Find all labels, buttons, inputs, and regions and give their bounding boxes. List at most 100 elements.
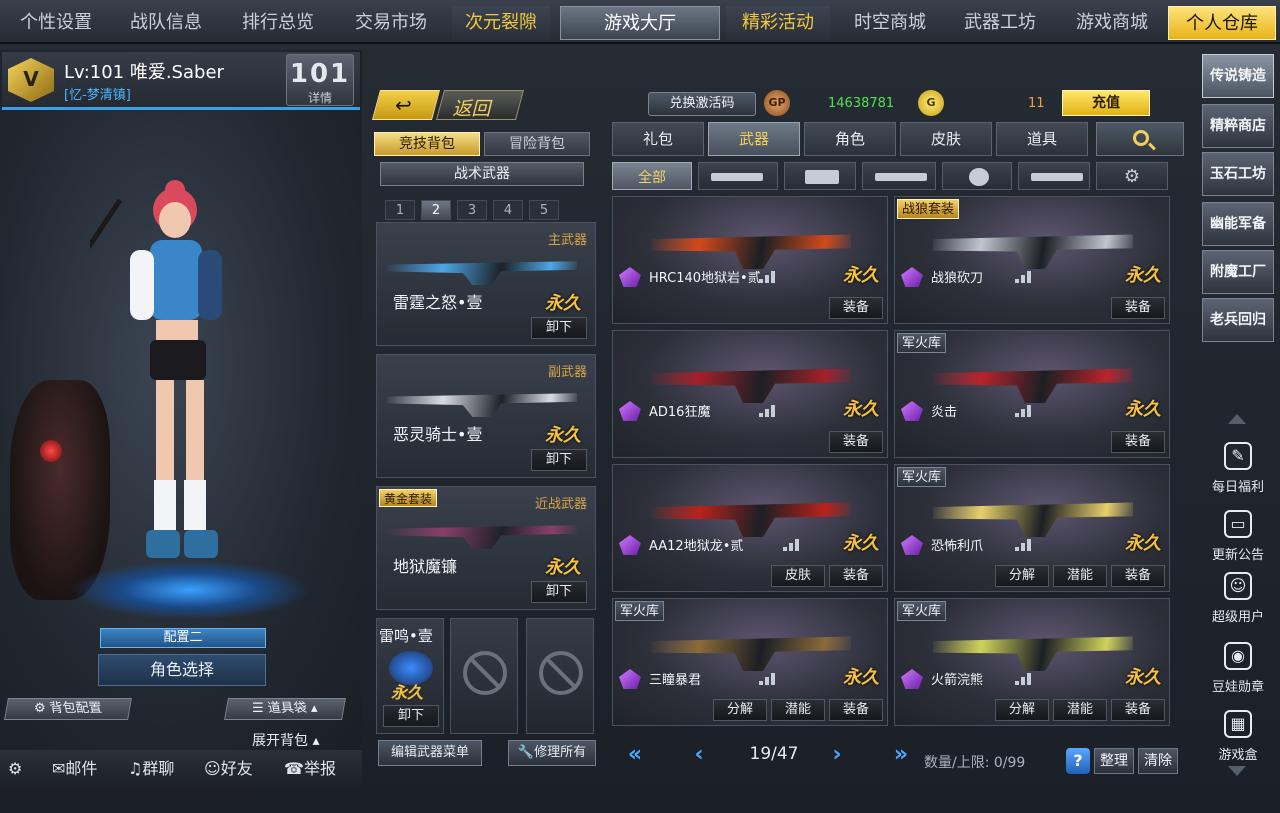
config-label[interactable]: 配置二 [100,628,266,648]
top-nav-tab[interactable]: 次元裂隙 [452,6,550,40]
weapon-slot[interactable]: 副武器 恶灵骑士•壹 永久 卸下 [376,354,596,478]
bottom-bar-gear-button[interactable]: ⚙ [8,758,22,780]
filter-tab[interactable] [1018,162,1090,190]
prev-page-icon[interactable]: ‹ [686,742,712,768]
sidebar-button[interactable]: 玉石工坊 [1202,152,1274,196]
weapon-card[interactable]: AA12地狱龙•贰 永久 皮肤 装备 [612,464,888,592]
bottom-bar-friends-button[interactable]: ☺好友 [204,758,253,780]
bag-config-button[interactable]: ⚙ 背包配置 [4,698,132,720]
loadout-page-tab[interactable]: 2 [421,200,451,220]
weapon-card[interactable]: 军火库 三瞳暴君 永久 分解 潜能 装备 [612,598,888,726]
loadout-page-tab[interactable]: 3 [457,200,487,220]
repair-all-button[interactable]: 🔧修理所有 [508,740,596,766]
weapon-card[interactable]: 军火库 恐怖利爪 永久 分解 潜能 装备 [894,464,1170,592]
equip-button[interactable]: 装备 [829,565,883,587]
sidebar-button[interactable]: 传说铸造 [1202,54,1274,98]
empty-slot[interactable] [450,618,518,734]
clear-button[interactable]: 清除 [1138,748,1178,774]
sidebar-shortcut[interactable]: ☺ 超级用户 [1202,566,1274,632]
role-select-button[interactable]: 角色选择 [98,654,266,686]
top-nav-tab[interactable]: 交易市场 [338,6,444,40]
top-nav-tab[interactable]: 排行总览 [226,6,330,40]
grenade-slot[interactable]: 雷鸣•壹 永久 卸下 [376,618,444,734]
equip-button[interactable]: 装备 [1111,565,1165,587]
grenade-unequip-button[interactable]: 卸下 [383,705,439,727]
weapon-slot[interactable]: 黄金套装 近战武器 地狱魔镰 永久 卸下 [376,486,596,610]
potential-button[interactable]: 潜能 [771,699,825,721]
potential-button[interactable]: 潜能 [1053,565,1107,587]
loadout-page-tab[interactable]: 5 [529,200,559,220]
top-nav-tab[interactable]: 个人仓库 [1168,6,1276,40]
top-nav-tab[interactable]: 游戏大厅 [560,6,720,40]
bottom-bar-mail-button[interactable]: ✉邮件 [52,758,97,780]
item-bag-button[interactable]: ☰ 道具袋 ▴ [224,698,346,720]
sidebar-button[interactable]: 精粹商店 [1202,104,1274,148]
empty-slot[interactable] [526,618,594,734]
equip-button[interactable]: 装备 [1111,699,1165,721]
expand-bag-toggle[interactable]: 展开背包 ▴ [252,730,319,750]
top-nav-tab[interactable]: 时空商城 [838,6,942,40]
bag-tab[interactable]: 竞技背包 [374,132,480,156]
help-icon[interactable]: ? [1066,748,1090,774]
bag-tab[interactable]: 冒险背包 [484,132,590,156]
filter-tab[interactable] [862,162,936,190]
category-tab[interactable]: 礼包 [612,122,704,156]
equip-button[interactable]: 装备 [1111,431,1165,453]
last-page-icon[interactable]: » [888,742,914,768]
tactical-weapon-button[interactable]: 战术武器 [380,162,584,186]
equip-button[interactable]: 装备 [1111,297,1165,319]
sidebar-shortcut[interactable]: ▦ 游戏盒 [1202,704,1274,770]
unequip-button[interactable]: 卸下 [531,317,587,339]
sidebar-shortcut[interactable]: ✎ 每日福利 [1202,436,1274,502]
filter-tab[interactable]: 全部 [612,162,692,190]
recharge-button[interactable]: 充值 [1062,90,1150,116]
bottom-bar-report-button[interactable]: ☎举报 [284,758,336,780]
sort-button[interactable]: 整理 [1094,748,1134,774]
potential-button[interactable]: 潜能 [1053,699,1107,721]
weapon-card[interactable]: HRC140地狱岩•贰 永久 装备 [612,196,888,324]
weapon-card[interactable]: 战狼套装 战狼砍刀 永久 装备 [894,196,1170,324]
top-nav-tab[interactable]: 个性设置 [4,6,108,40]
top-nav-tab[interactable]: 战队信息 [114,6,218,40]
bottom-bar-group-chat-button[interactable]: ♫群聊 [128,758,174,780]
category-tab[interactable]: 武器 [708,122,800,156]
loadout-page-tab[interactable]: 4 [493,200,523,220]
sidebar-scroll-up-icon[interactable] [1228,414,1246,424]
loadout-page-tab[interactable]: 1 [385,200,415,220]
disassemble-button[interactable]: 分解 [713,699,767,721]
disassemble-button[interactable]: 分解 [995,699,1049,721]
top-nav-tab[interactable]: 精彩活动 [726,6,830,40]
search-button[interactable] [1096,122,1184,156]
unequip-button[interactable]: 卸下 [531,581,587,603]
sidebar-button[interactable]: 幽能军备 [1202,202,1274,246]
first-page-icon[interactable]: « [622,742,648,768]
back-button[interactable]: ↩ 返回 [371,90,525,122]
rank-badge-button[interactable]: 101 详情 [286,54,354,106]
category-tab[interactable]: 角色 [804,122,896,156]
category-tab[interactable]: 皮肤 [900,122,992,156]
category-tab[interactable]: 道具 [996,122,1088,156]
equip-button[interactable]: 装备 [829,431,883,453]
weapon-card[interactable]: 军火库 火箭浣熊 永久 分解 潜能 装备 [894,598,1170,726]
disassemble-button[interactable]: 分解 [995,565,1049,587]
edit-weapon-menu-button[interactable]: 编辑武器菜单 [378,740,482,766]
weapon-slot[interactable]: 主武器 雷霆之怒•壹 永久 卸下 [376,222,596,346]
sidebar-shortcut[interactable]: ▭ 更新公告 [1202,504,1274,570]
filter-tab[interactable] [942,162,1012,190]
equip-button[interactable]: 装备 [829,699,883,721]
character-avatar-image[interactable] [90,180,260,600]
top-nav-tab[interactable]: 武器工坊 [948,6,1052,40]
sidebar-button[interactable]: 附魔工厂 [1202,250,1274,294]
filter-tab[interactable] [698,162,778,190]
top-nav-tab[interactable]: 游戏商城 [1060,6,1164,40]
filter-tab[interactable]: ⚙ [1096,162,1168,190]
redeem-code-button[interactable]: 兑换激活码 [648,92,756,116]
weapon-card[interactable]: AD16狂魔 永久 装备 [612,330,888,458]
unequip-button[interactable]: 卸下 [531,449,587,471]
sidebar-shortcut[interactable]: ◉ 豆娃勋章 [1202,636,1274,702]
sidebar-button[interactable]: 老兵回归 [1202,298,1274,342]
filter-tab[interactable] [784,162,856,190]
weapon-card[interactable]: 军火库 炎击 永久 装备 [894,330,1170,458]
clan-name[interactable]: [忆-梦清镇] [64,84,131,103]
equip-button[interactable]: 装备 [829,297,883,319]
